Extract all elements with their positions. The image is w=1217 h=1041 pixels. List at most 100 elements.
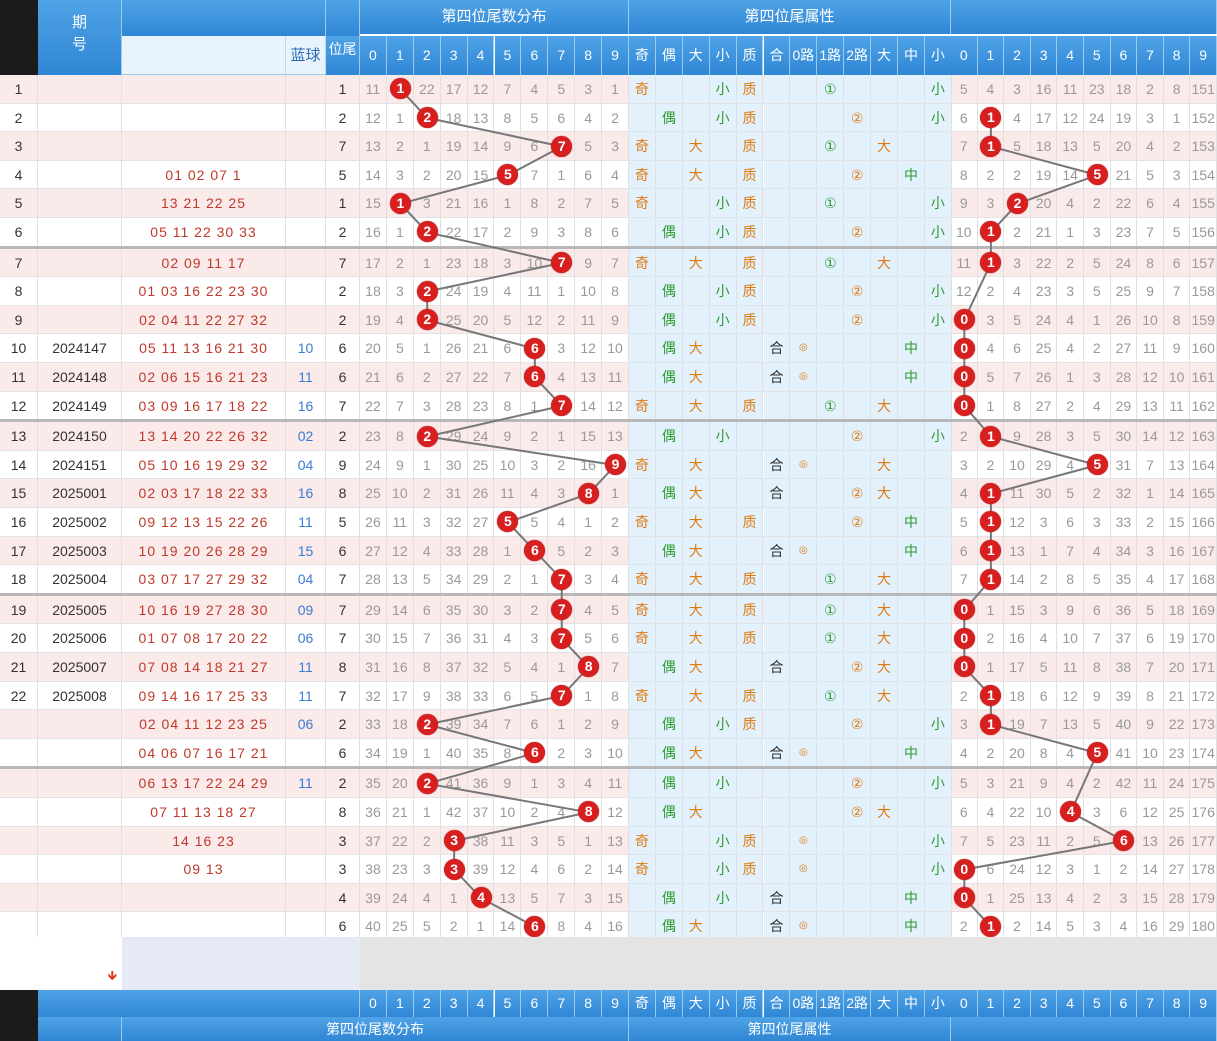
ball-marker[interactable]: 2 — [416, 104, 438, 128]
ball-marker[interactable]: 7 — [551, 133, 573, 157]
attr-col-10[interactable]: 中 — [898, 990, 925, 1017]
attr-col-1[interactable]: 偶 — [655, 990, 683, 1017]
ball-marker[interactable]: 0 — [953, 392, 975, 416]
ball-marker[interactable]: 0 — [953, 596, 975, 621]
digit-col-2[interactable]: 2 — [413, 990, 441, 1017]
ball-marker[interactable]: 0 — [953, 363, 975, 388]
tail-col-9[interactable]: 9 — [1190, 36, 1217, 75]
tail-col-4[interactable]: 4 — [1057, 990, 1084, 1017]
digit-col-3[interactable]: 3 — [440, 36, 468, 75]
ball-marker[interactable]: 8 — [578, 798, 600, 823]
ball-marker[interactable]: 9 — [605, 451, 627, 476]
attr-col-9[interactable]: 大 — [871, 36, 898, 75]
tail-col-3[interactable]: 3 — [1030, 990, 1058, 1017]
attr-col-1[interactable]: 偶 — [655, 36, 683, 75]
attr-col-4[interactable]: 质 — [736, 36, 764, 75]
attr-col-8[interactable]: 2路 — [844, 990, 872, 1017]
digit-col-4[interactable]: 4 — [467, 990, 495, 1017]
ball-marker[interactable]: 1 — [980, 133, 1002, 157]
pos-header[interactable]: 位尾 — [326, 36, 360, 75]
ball-marker[interactable]: 6 — [1113, 827, 1135, 851]
ball-marker[interactable]: 7 — [551, 596, 573, 621]
digit-col-1[interactable]: 1 — [386, 990, 414, 1017]
ball-marker[interactable]: 0 — [953, 856, 975, 880]
attr-col-7[interactable]: 1路 — [817, 36, 845, 75]
ball-marker[interactable]: 6 — [524, 363, 546, 388]
digit-col-7[interactable]: 7 — [548, 990, 576, 1017]
down-arrow-icon[interactable]: 🡻 — [108, 967, 117, 989]
ball-marker[interactable]: 8 — [578, 480, 600, 504]
attr-col-3[interactable]: 小 — [709, 36, 737, 75]
issue-header[interactable]: 期 号 — [38, 0, 122, 75]
ball-marker[interactable]: 1 — [980, 711, 1002, 735]
tail-col-2[interactable]: 2 — [1004, 990, 1031, 1017]
attr-col-7[interactable]: 1路 — [817, 990, 845, 1017]
blue-header[interactable]: 蓝球 — [286, 36, 326, 75]
ball-marker[interactable]: 5 — [1086, 451, 1108, 476]
ball-marker[interactable]: 0 — [953, 884, 975, 909]
ball-marker[interactable]: 7 — [551, 682, 573, 706]
ball-marker[interactable]: 7 — [551, 566, 573, 590]
attr-col-10[interactable]: 中 — [898, 36, 925, 75]
ball-marker[interactable]: 0 — [953, 335, 975, 359]
digit-col-5[interactable]: 5 — [494, 36, 522, 75]
attr-col-6[interactable]: 0路 — [790, 990, 818, 1017]
digit-col-9[interactable]: 9 — [602, 36, 629, 75]
ball-marker[interactable]: 1 — [980, 913, 1002, 937]
tail-col-6[interactable]: 6 — [1110, 36, 1138, 75]
attr-col-6[interactable]: 0路 — [790, 36, 818, 75]
digit-col-8[interactable]: 8 — [575, 990, 603, 1017]
ball-marker[interactable]: 4 — [470, 884, 492, 909]
tail-col-3[interactable]: 3 — [1030, 36, 1058, 75]
ball-marker[interactable]: 5 — [1086, 161, 1108, 186]
digit-col-0[interactable]: 0 — [360, 990, 387, 1017]
attr-col-4[interactable]: 质 — [736, 990, 764, 1017]
ball-marker[interactable]: 6 — [524, 537, 546, 561]
ball-marker[interactable]: 5 — [497, 161, 519, 186]
ball-marker[interactable]: 7 — [551, 392, 573, 416]
digit-col-1[interactable]: 1 — [386, 36, 414, 75]
ball-marker[interactable]: 1 — [389, 190, 411, 214]
ball-marker[interactable]: 1 — [980, 218, 1002, 243]
ball-marker[interactable]: 1 — [980, 480, 1002, 504]
ball-marker[interactable]: 0 — [953, 625, 975, 649]
digit-col-2[interactable]: 2 — [413, 36, 441, 75]
ball-marker[interactable]: 1 — [980, 104, 1002, 128]
tail-col-9[interactable]: 9 — [1190, 990, 1217, 1017]
tail-col-4[interactable]: 4 — [1057, 36, 1084, 75]
tail-col-5[interactable]: 5 — [1084, 990, 1111, 1017]
ball-marker[interactable]: 8 — [578, 653, 600, 678]
attr-col-0[interactable]: 奇 — [629, 36, 656, 75]
ball-marker[interactable]: 2 — [416, 306, 438, 331]
digit-col-6[interactable]: 6 — [521, 990, 549, 1017]
ball-marker[interactable]: 3 — [443, 856, 465, 880]
ball-marker[interactable]: 1 — [980, 249, 1002, 273]
tail-col-1[interactable]: 1 — [977, 36, 1005, 75]
ball-marker[interactable]: 2 — [1007, 190, 1029, 214]
ball-marker[interactable]: 7 — [551, 625, 573, 649]
ball-marker[interactable]: 7 — [551, 249, 573, 273]
ball-marker[interactable]: 2 — [416, 711, 438, 735]
attr-col-0[interactable]: 奇 — [629, 990, 656, 1017]
tail-col-5[interactable]: 5 — [1084, 36, 1111, 75]
attr-col-5[interactable]: 合 — [763, 990, 791, 1017]
ball-marker[interactable]: 1 — [980, 423, 1002, 447]
attr-col-11[interactable]: 小 — [924, 36, 952, 75]
ball-marker[interactable]: 0 — [953, 306, 975, 331]
ball-marker[interactable]: 2 — [416, 423, 438, 447]
digit-col-9[interactable]: 9 — [602, 990, 629, 1017]
attr-col-11[interactable]: 小 — [924, 990, 952, 1017]
ball-marker[interactable]: 5 — [497, 508, 519, 533]
tail-col-0[interactable]: 0 — [951, 36, 978, 75]
ball-marker[interactable]: 5 — [1086, 739, 1108, 764]
digit-col-5[interactable]: 5 — [494, 990, 522, 1017]
ball-marker[interactable]: 1 — [389, 75, 411, 100]
ball-marker[interactable]: 2 — [416, 218, 438, 243]
ball-marker[interactable]: 6 — [524, 739, 546, 764]
tail-col-1[interactable]: 1 — [977, 990, 1005, 1017]
digit-col-0[interactable]: 0 — [360, 36, 387, 75]
tail-col-8[interactable]: 8 — [1163, 36, 1191, 75]
tail-col-2[interactable]: 2 — [1004, 36, 1031, 75]
attr-col-2[interactable]: 大 — [682, 36, 710, 75]
tail-col-7[interactable]: 7 — [1137, 36, 1164, 75]
